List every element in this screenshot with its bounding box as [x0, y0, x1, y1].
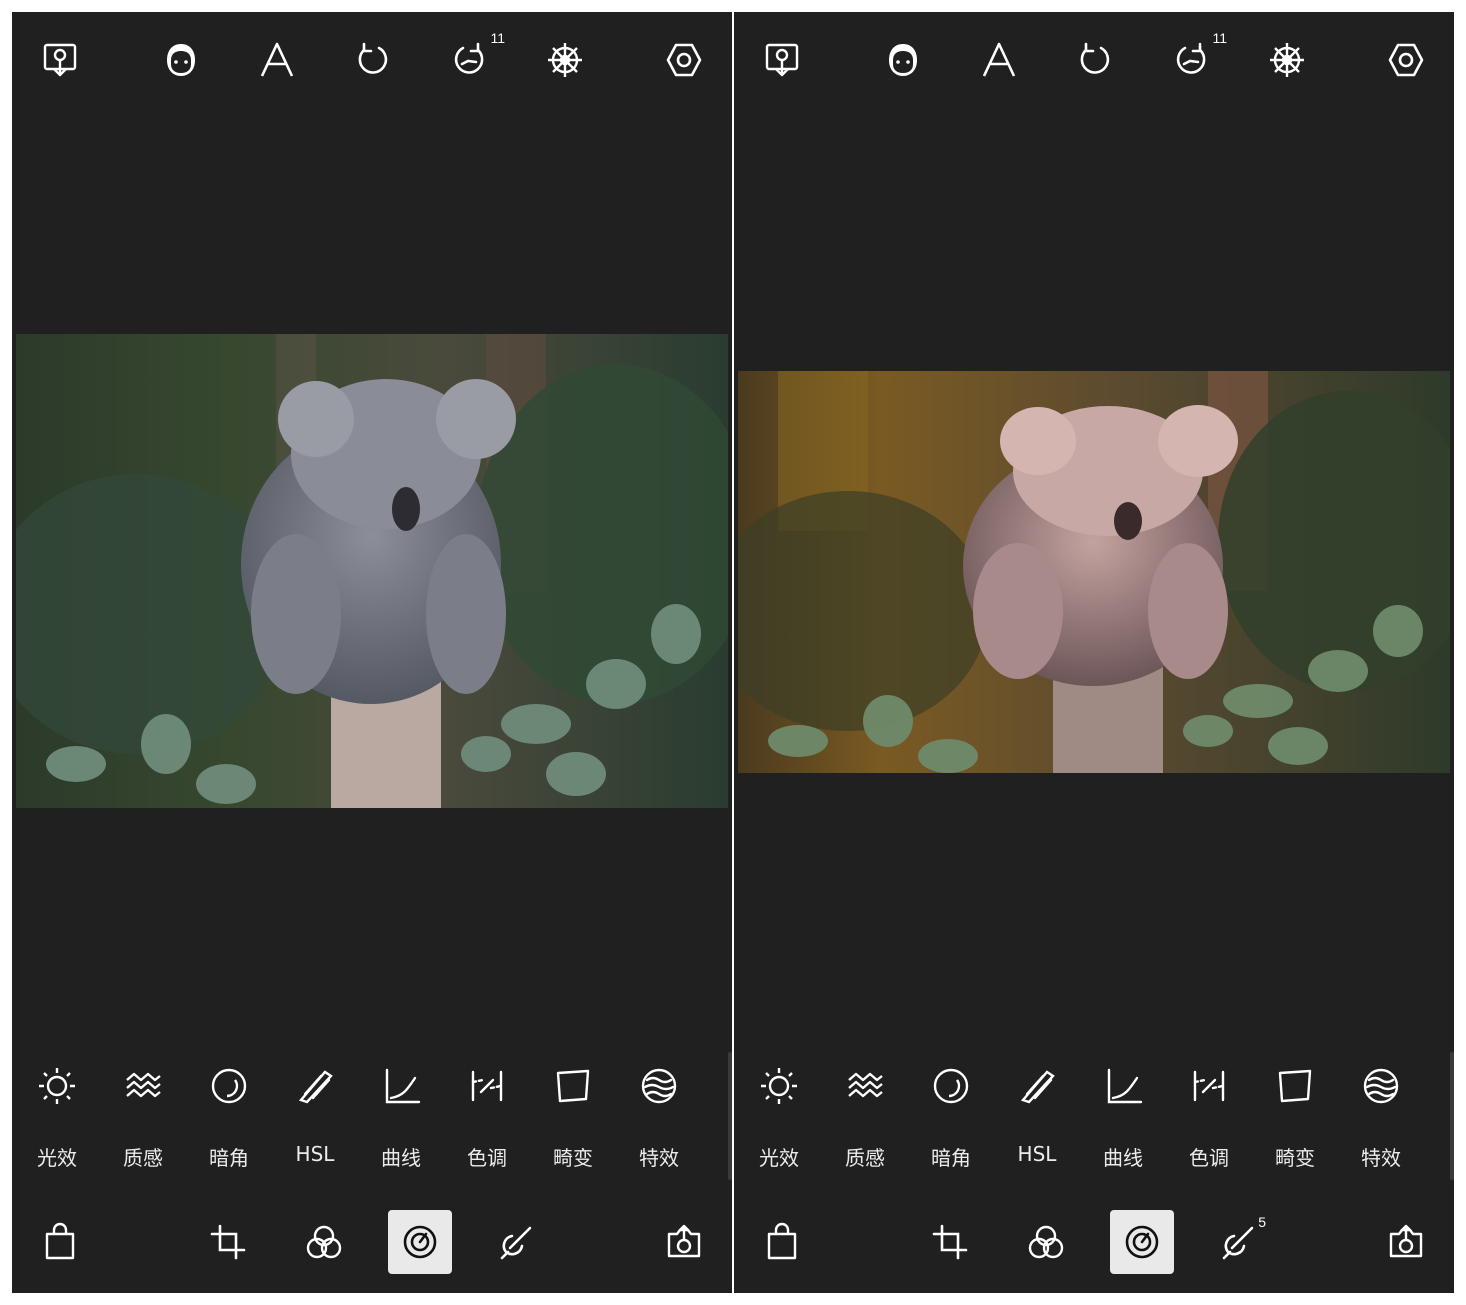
- filter-icon[interactable]: [292, 1210, 356, 1274]
- tool-label: 色调: [1189, 1146, 1229, 1170]
- tool-vignette[interactable]: 暗角: [908, 1058, 994, 1178]
- distortion-icon: [556, 1069, 590, 1103]
- distortion-icon: [1278, 1069, 1312, 1103]
- tool-label: HSL: [1017, 1142, 1057, 1166]
- split-tone-icon: [471, 1070, 503, 1102]
- export-icon[interactable]: [652, 1210, 716, 1274]
- tool-distortion[interactable]: 畸变: [530, 1058, 616, 1178]
- adjust-tools-row: 光效 质感 暗角 HSL 曲线 色调 畸变 特效: [734, 1058, 1454, 1178]
- export-icon[interactable]: [1374, 1210, 1438, 1274]
- editor-panel-before: 11 光效 质感 暗角 HSL 曲线 色调 畸变 特效: [12, 12, 732, 1293]
- photo-canvas[interactable]: [738, 371, 1450, 773]
- tool-label: 特效: [1361, 1146, 1401, 1170]
- tool-label: 特效: [639, 1146, 679, 1170]
- tool-label: 曲线: [381, 1146, 421, 1170]
- adjust-icon: [403, 1225, 437, 1259]
- shop-icon[interactable]: [28, 1210, 92, 1274]
- brush-icon: [1222, 1226, 1254, 1260]
- tool-label: 质感: [845, 1146, 885, 1170]
- tool-hsl[interactable]: HSL: [272, 1058, 358, 1178]
- sun-icon: [39, 1068, 75, 1104]
- tool-distortion[interactable]: 畸变: [1252, 1058, 1338, 1178]
- settings-icon[interactable]: [1382, 36, 1430, 84]
- import-icon[interactable]: [36, 36, 84, 84]
- bottom-tab-bar: [12, 1208, 732, 1278]
- wheel-icon[interactable]: [541, 36, 589, 84]
- wheel-icon[interactable]: [1263, 36, 1311, 84]
- crop-icon[interactable]: [196, 1210, 260, 1274]
- redo-count-badge: 11: [1212, 30, 1227, 46]
- curve-icon: [1107, 1068, 1143, 1104]
- brush-tab[interactable]: 5: [1206, 1210, 1270, 1274]
- redo-icon[interactable]: 11: [1167, 30, 1227, 84]
- tool-effects[interactable]: 特效: [616, 1058, 702, 1178]
- tool-label: 曲线: [1103, 1146, 1143, 1170]
- tool-light[interactable]: 光效: [14, 1058, 100, 1178]
- adjust-tab[interactable]: [1110, 1210, 1174, 1274]
- vignette-icon: [211, 1068, 247, 1104]
- sun-icon: [761, 1068, 797, 1104]
- shop-icon[interactable]: [750, 1210, 814, 1274]
- adjust-tab[interactable]: [388, 1210, 452, 1274]
- tool-curve[interactable]: 曲线: [358, 1058, 444, 1178]
- tool-label: 光效: [759, 1146, 799, 1170]
- hsl-icon: [1020, 1070, 1055, 1104]
- photo-canvas[interactable]: [16, 334, 728, 808]
- effects-icon: [1363, 1068, 1399, 1104]
- texture-icon: [126, 1072, 161, 1098]
- tool-light[interactable]: 光效: [736, 1058, 822, 1178]
- face-icon[interactable]: [157, 36, 205, 84]
- tool-label: 暗角: [931, 1146, 971, 1170]
- koala-photo: [16, 334, 728, 808]
- tool-label: 暗角: [209, 1146, 249, 1170]
- tool-hsl[interactable]: HSL: [994, 1058, 1080, 1178]
- top-toolbar: 11: [12, 12, 732, 112]
- tools-scrollbar[interactable]: [1450, 1052, 1454, 1180]
- tool-label: 光效: [37, 1146, 77, 1170]
- redo-icon[interactable]: 11: [445, 30, 505, 84]
- effects-icon: [641, 1068, 677, 1104]
- face-icon[interactable]: [879, 36, 927, 84]
- tool-split-tone[interactable]: 色调: [1166, 1058, 1252, 1178]
- tool-label: 质感: [123, 1146, 163, 1170]
- hsl-icon: [298, 1070, 333, 1104]
- filter-icon[interactable]: [1014, 1210, 1078, 1274]
- brush-tab[interactable]: [484, 1210, 548, 1274]
- tool-texture[interactable]: 质感: [822, 1058, 908, 1178]
- curve-icon: [385, 1068, 421, 1104]
- koala-photo: [738, 371, 1450, 773]
- undo-icon[interactable]: [1071, 36, 1119, 84]
- settings-icon[interactable]: [660, 36, 708, 84]
- text-icon[interactable]: [253, 36, 301, 84]
- tool-texture[interactable]: 质感: [100, 1058, 186, 1178]
- tool-label: 畸变: [553, 1146, 593, 1170]
- redo-count-badge: 11: [490, 30, 505, 46]
- tool-effects[interactable]: 特效: [1338, 1058, 1424, 1178]
- adjust-tools-row: 光效 质感 暗角 HSL 曲线 色调 畸变 特效: [12, 1058, 732, 1178]
- vignette-icon: [933, 1068, 969, 1104]
- tool-curve[interactable]: 曲线: [1080, 1058, 1166, 1178]
- tool-label: HSL: [295, 1142, 335, 1166]
- crop-icon[interactable]: [918, 1210, 982, 1274]
- brush-icon: [500, 1226, 532, 1260]
- tool-label: 色调: [467, 1146, 507, 1170]
- split-tone-icon: [1193, 1070, 1225, 1102]
- tools-scrollbar[interactable]: [728, 1052, 732, 1180]
- text-icon[interactable]: [975, 36, 1023, 84]
- import-icon[interactable]: [758, 36, 806, 84]
- tool-vignette[interactable]: 暗角: [186, 1058, 272, 1178]
- brush-count-badge: 5: [1258, 1214, 1266, 1230]
- tool-label: 畸变: [1275, 1146, 1315, 1170]
- adjust-icon: [1125, 1225, 1159, 1259]
- top-toolbar: 11: [734, 12, 1454, 112]
- bottom-tab-bar: 5: [734, 1208, 1454, 1278]
- texture-icon: [848, 1072, 883, 1098]
- editor-panel-after: 11 光效 质感 暗角 HSL 曲线 色调 畸变 特效 5: [734, 12, 1454, 1293]
- undo-icon[interactable]: [349, 36, 397, 84]
- tool-split-tone[interactable]: 色调: [444, 1058, 530, 1178]
